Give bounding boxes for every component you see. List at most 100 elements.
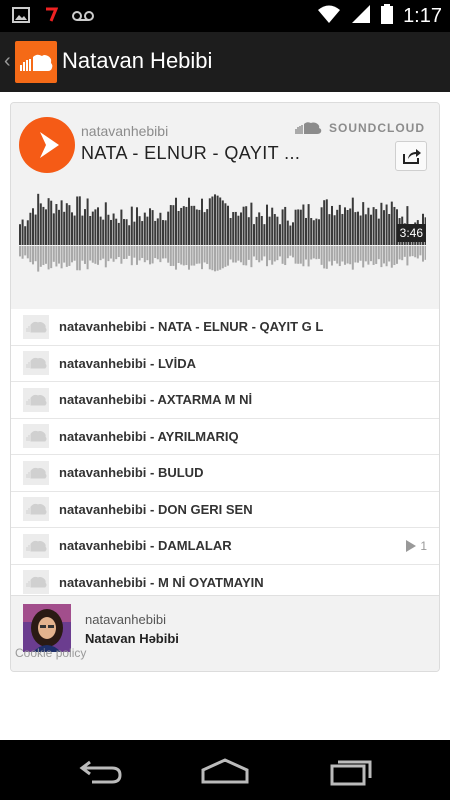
waveform-reflection	[331, 246, 333, 266]
status-bar: 1:17	[0, 0, 450, 32]
waveform-bar	[250, 202, 253, 245]
waveform-reflection	[245, 246, 248, 266]
track-row[interactable]: natavanhebibi - LVİDA	[11, 346, 439, 382]
waveform-reflection	[424, 246, 426, 260]
track-row[interactable]: natavanhebibi - DAMLALAR 1	[11, 528, 439, 565]
waveform-bar	[172, 205, 175, 245]
waveform-bar	[60, 200, 63, 245]
waveform-reflection	[24, 246, 27, 256]
waveform-bar	[55, 204, 58, 245]
waveform-reflection	[338, 246, 341, 267]
notification-icon	[44, 7, 59, 28]
waveform-bar	[185, 206, 188, 245]
track-row[interactable]: natavanhebibi - AXTARMA M Nİ	[11, 382, 439, 419]
track-cloud-icon	[23, 460, 49, 485]
soundcloud-widget: natavanhebibi NATA - ELNUR - QAYIT ... S…	[10, 102, 440, 672]
waveform-reflection	[383, 246, 385, 264]
waveform-reflection	[58, 246, 60, 264]
waveform-bar	[52, 213, 55, 245]
track-row[interactable]: natavanhebibi - DON GERI SEN	[11, 492, 439, 528]
waveform-bar	[370, 214, 372, 245]
waveform-bar	[266, 204, 268, 245]
waveform-reflection	[320, 246, 323, 265]
waveform-reflection	[50, 246, 53, 269]
waveform-reflection	[208, 246, 211, 270]
waveform-reflection	[138, 246, 141, 261]
waveform-bar	[302, 204, 305, 245]
waveform-bar	[138, 216, 141, 245]
waveform-bar	[107, 214, 110, 245]
waveform-bar	[279, 224, 281, 245]
waveform[interactable]	[19, 183, 426, 283]
waveform-reflection	[32, 246, 34, 265]
waveform-bar	[208, 198, 211, 245]
share-button[interactable]	[395, 141, 427, 171]
track-label: natavanhebibi - NATA - ELNUR - QAYIT G L	[59, 319, 324, 335]
back-chevron-icon[interactable]: ‹	[4, 50, 11, 73]
waveform-reflection	[112, 246, 115, 262]
waveform-bar	[276, 216, 279, 245]
waveform-bar	[73, 215, 76, 245]
waveform-reflection	[136, 246, 138, 265]
waveform-bar	[273, 214, 276, 245]
waveform-bar	[253, 224, 255, 245]
waveform-bar	[393, 206, 396, 245]
waveform-reflection	[232, 246, 235, 263]
waveform-reflection	[156, 246, 159, 260]
home-button[interactable]	[200, 756, 250, 791]
soundcloud-logo-icon[interactable]	[15, 41, 57, 83]
waveform-reflection	[159, 246, 162, 263]
recent-apps-button[interactable]	[328, 756, 374, 791]
artist-name[interactable]: natavanhebibi	[81, 123, 168, 139]
track-title[interactable]: NATA - ELNUR - QAYIT ...	[81, 143, 300, 164]
waveform-reflection	[185, 246, 188, 266]
back-arrow-icon	[79, 760, 122, 784]
track-row[interactable]: natavanhebibi - NATA - ELNUR - QAYIT G L	[11, 309, 439, 346]
back-button[interactable]	[78, 756, 124, 791]
waveform-reflection	[307, 246, 310, 267]
play-icon	[40, 132, 59, 158]
footer-display-name[interactable]: Natavan Həbibi	[85, 631, 179, 646]
waveform-bar	[323, 200, 326, 245]
waveform-reflection	[78, 246, 81, 271]
waveform-bar	[193, 205, 196, 245]
share-icon	[403, 149, 421, 164]
waveform-bar	[240, 212, 242, 245]
play-button[interactable]	[19, 117, 75, 173]
waveform-bar	[333, 215, 336, 245]
waveform-bar	[359, 215, 362, 245]
waveform-reflection	[175, 246, 177, 270]
waveform-bar	[299, 209, 302, 245]
battery-icon	[381, 3, 394, 29]
waveform-reflection	[422, 246, 424, 262]
waveform-reflection	[318, 246, 320, 259]
play-count: 1	[406, 539, 427, 553]
waveform-bar	[201, 198, 203, 245]
track-list: natavanhebibi - NATA - ELNUR - QAYIT G L…	[11, 309, 439, 595]
waveform-bar	[154, 220, 157, 245]
page-title: Natavan Hebibi	[62, 48, 213, 73]
avatar[interactable]	[23, 604, 71, 652]
waveform-reflection	[377, 246, 380, 260]
track-row[interactable]: natavanhebibi - BULUD	[11, 455, 439, 492]
track-row[interactable]: natavanhebibi - AYRILMARIQ	[11, 419, 439, 455]
wifi-icon	[317, 4, 341, 29]
waveform-reflection	[26, 246, 29, 259]
waveform-bar	[164, 220, 167, 245]
cookie-policy-link[interactable]: Cookie policy	[15, 646, 86, 660]
track-cloud-icon	[23, 497, 49, 522]
waveform-bar	[214, 194, 216, 245]
brand-label: SOUNDCLOUD	[329, 121, 425, 135]
waveform-bar	[78, 196, 81, 245]
waveform-reflection	[149, 246, 151, 265]
footer-username[interactable]: natavanhebibi	[85, 612, 166, 627]
soundcloud-brand[interactable]: SOUNDCLOUD	[295, 121, 425, 135]
track-cloud-icon	[23, 570, 49, 595]
track-label: natavanhebibi - AYRILMARIQ	[59, 428, 239, 444]
waveform-reflection	[349, 246, 352, 265]
waveform-reflection	[128, 246, 131, 256]
waveform-reflection	[237, 246, 240, 261]
track-row[interactable]: natavanhebibi - M Nİ OYATMAYIN	[11, 565, 439, 596]
waveform-bar	[338, 204, 341, 245]
clock: 1:17	[403, 4, 442, 27]
